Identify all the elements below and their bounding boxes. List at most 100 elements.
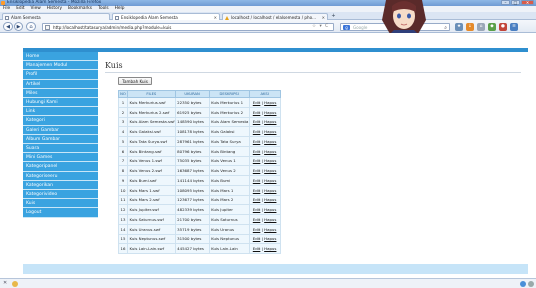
cell-actions: Edit | Hapus — [248, 155, 281, 167]
edit-link[interactable]: Edit — [253, 100, 261, 105]
cell-description: Kuis Uranus — [208, 223, 250, 235]
delete-link[interactable]: Hapus — [264, 100, 276, 105]
delete-link[interactable]: Hapus — [264, 178, 276, 183]
table-row: 7 Kuis Venus 1.swf 75035 bytes Kuis Venus 1… — [118, 155, 281, 167]
sidebar-item-mini-games[interactable]: Mini Games — [23, 153, 98, 163]
delete-link[interactable]: Hapus — [264, 168, 276, 173]
edit-link[interactable]: Edit — [253, 236, 261, 241]
cell-file: Kuis Venus 2.swf — [127, 165, 176, 176]
search-placeholder: Google — [353, 24, 368, 30]
edit-link[interactable]: Edit — [253, 197, 261, 202]
quiz-table: NO FILES UKURAN DESKRIPSI AKSI 1 Kuis Mer… — [118, 90, 281, 254]
action-separator: | — [261, 129, 263, 135]
cell-file: Kuis Jupiter.swf — [127, 204, 176, 215]
addon-icon[interactable]: ● — [499, 22, 507, 31]
minimize-icon[interactable]: – — [501, 0, 510, 5]
edit-link[interactable]: Edit — [253, 188, 261, 193]
sidebar-item-kategorivideo[interactable]: Kategorivideo — [23, 190, 98, 200]
back-button[interactable]: ◀ — [3, 22, 13, 31]
cell-actions: Edit | Hapus — [248, 126, 281, 137]
sidebar-item-kuis[interactable]: Kuis — [23, 199, 98, 209]
forward-button[interactable]: ▶ — [14, 22, 23, 31]
sidebar-item-kategoriseeru[interactable]: Kategoriseeru — [23, 171, 98, 181]
sidebar-item-home[interactable]: Home — [23, 52, 98, 62]
sidebar-item-manajemen-modul[interactable]: Manajemen Modul — [23, 61, 98, 71]
tab-ensiklopedia[interactable]: Ensiklopedia Alam Semesta ✕ — [112, 13, 220, 20]
google-icon: g — [343, 24, 350, 30]
addon-status-icon[interactable] — [12, 281, 18, 287]
delete-link[interactable]: Hapus — [264, 236, 276, 241]
new-tab-button[interactable]: + — [330, 13, 337, 19]
sidebar-item-hubungi-kami[interactable]: Hubungi Kami — [23, 98, 98, 108]
sidebar-item-artikel[interactable]: Artikel — [23, 79, 98, 89]
footer-band — [23, 264, 528, 274]
cell-size: 148590 bytes — [174, 116, 210, 128]
cell-no: 5 — [118, 136, 128, 147]
cell-size: 445427 bytes — [174, 243, 210, 254]
cell-file: Kuis Bintang.swf — [127, 145, 176, 157]
cell-no: 1 — [118, 97, 128, 108]
menu-icon[interactable]: ≡ — [510, 22, 518, 31]
downloads-icon[interactable]: ↓ — [466, 22, 474, 31]
delete-link[interactable]: Hapus — [264, 197, 276, 202]
sidebar-item-kategori[interactable]: Kategori — [23, 116, 98, 126]
sidebar-item-logout[interactable]: Logout — [23, 208, 98, 218]
cell-file: Kuis Mars 2.swf — [127, 194, 176, 206]
delete-link[interactable]: Hapus — [264, 217, 276, 222]
cell-actions: Edit | Hapus — [248, 175, 281, 186]
edit-link[interactable]: Edit — [253, 246, 261, 251]
close-addon-bar-icon[interactable]: ✕ — [3, 280, 7, 286]
close-icon[interactable]: ✕ — [521, 0, 534, 5]
delete-link[interactable]: Hapus — [264, 207, 276, 212]
edit-link[interactable]: Edit — [253, 207, 261, 212]
delete-link[interactable]: Hapus — [264, 246, 276, 251]
sidebar-item-album-gambar[interactable]: Album Gambar — [23, 134, 98, 144]
addon-icon[interactable]: ◆ — [488, 22, 496, 31]
edit-link[interactable]: Edit — [253, 217, 261, 222]
cell-no: 15 — [118, 233, 128, 245]
edit-link[interactable]: Edit — [253, 227, 261, 232]
sidebar-item-miles[interactable]: Miles — [23, 88, 98, 98]
delete-link[interactable]: Hapus — [264, 188, 276, 193]
edit-link[interactable]: Edit — [253, 139, 261, 144]
edit-link[interactable]: Edit — [253, 149, 261, 154]
home-button[interactable]: ⌂ — [26, 22, 36, 31]
bookmarks-icon[interactable]: ★ — [455, 22, 463, 31]
url-bar-controls[interactable]: ☆ ▾ C — [312, 23, 329, 31]
delete-link[interactable]: Hapus — [264, 129, 276, 134]
sidebar-item-kategoripanel[interactable]: Kategoripanel — [23, 162, 98, 172]
add-quiz-button[interactable]: Tambah Kuis — [118, 77, 152, 85]
delete-link[interactable]: Hapus — [264, 139, 276, 144]
column-header-deskripsi: DESKRIPSI — [208, 90, 250, 98]
sidebar-item-suara[interactable]: Suara — [23, 144, 98, 154]
delete-link[interactable]: Hapus — [264, 119, 276, 124]
edit-link[interactable]: Edit — [253, 110, 261, 115]
sidebar-item-galeri-gambar[interactable]: Galeri Gambar — [23, 125, 98, 135]
sidebar-item-profil[interactable]: Profil — [23, 70, 98, 80]
maximize-icon[interactable]: □ — [511, 0, 520, 5]
resize-grip-icon[interactable] — [528, 281, 534, 287]
page-icon — [115, 15, 119, 20]
tab-alam-semesta[interactable]: Alam Semesta — [2, 13, 110, 20]
delete-link[interactable]: Hapus — [264, 149, 276, 154]
edit-link[interactable]: Edit — [253, 178, 261, 183]
delete-link[interactable]: Hapus — [264, 227, 276, 232]
cell-actions: Edit | Hapus — [248, 97, 281, 108]
cell-description: Kuis Bintang — [208, 145, 250, 157]
sync-icon[interactable] — [520, 281, 526, 287]
search-icon[interactable]: ⌕ — [444, 24, 447, 32]
action-separator: | — [261, 168, 263, 174]
home-icon[interactable]: ⌂ — [477, 22, 485, 31]
tab-phpmyadmin[interactable]: localhost / localhost / elalsemesta / ph… — [222, 13, 328, 20]
edit-link[interactable]: Edit — [253, 119, 261, 124]
edit-link[interactable]: Edit — [253, 129, 261, 134]
delete-link[interactable]: Hapus — [264, 158, 276, 163]
cell-description: Kuis Venus 2 — [208, 165, 250, 176]
sidebar-item-kategorikan[interactable]: Kategorikan — [23, 180, 98, 190]
edit-link[interactable]: Edit — [253, 168, 261, 173]
delete-link[interactable]: Hapus — [264, 110, 276, 115]
address-bar[interactable]: http://localhost/tatasurya/admin/media.p… — [42, 22, 334, 31]
edit-link[interactable]: Edit — [253, 158, 261, 163]
table-header-row: NO FILES UKURAN DESKRIPSI AKSI — [118, 90, 281, 98]
sidebar-item-link[interactable]: Link — [23, 107, 98, 117]
